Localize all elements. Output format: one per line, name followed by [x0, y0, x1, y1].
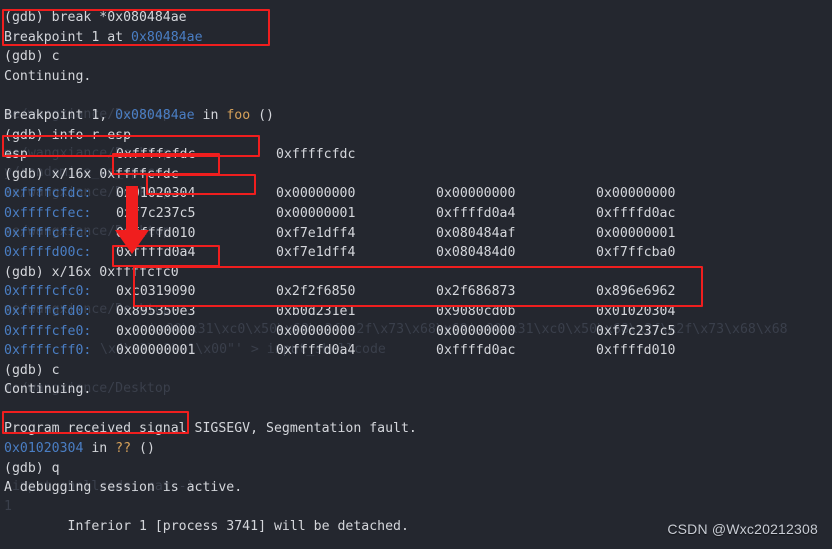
gdb-prompt: (gdb) — [4, 460, 52, 476]
table-row: 0xffffcfdc: 0x01020304 0x00000000 0x0000000… — [4, 184, 832, 204]
hexdump-word: 0x00000000 — [436, 323, 516, 339]
hexdump-word: 0xffffd0ac — [596, 205, 676, 221]
hexdump-word: 0x01020304 — [116, 186, 196, 202]
hexdump-word: 0xf7e1dff4 — [276, 225, 356, 241]
unknown-symbol: ?? — [115, 441, 132, 457]
register-value-dec: 0xffffcfdc — [276, 147, 356, 163]
csdn-watermark: CSDN @Wxc20212308 — [667, 521, 818, 538]
function-name: foo — [226, 107, 251, 123]
hexdump-word: 0xffffd0a4 — [116, 245, 196, 261]
hexdump-word: 0xf7e1dff4 — [276, 245, 356, 261]
line-session-active: A debugging session is active. — [4, 480, 243, 496]
hexdump-address: 0xffffcff0: — [4, 343, 92, 359]
hexdump-word: 0xffffd0a4 — [276, 343, 356, 359]
hexdump-word: 0x00000001 — [596, 225, 676, 241]
hexdump-word: 0xffffd010 — [596, 343, 676, 359]
hexdump-address: 0xffffcfdc: — [4, 186, 92, 202]
hexdump-word: 0x00000000 — [276, 186, 356, 202]
register-value-hex: 0xffffcfdc — [116, 147, 196, 163]
hexdump-address: 0xffffcfec: — [4, 205, 92, 221]
line-continuing-2: Continuing. — [4, 382, 92, 398]
line-break-command: (gdb) break *0x080484ae — [4, 8, 832, 28]
table-row: 0xffffcfc0: 0xc0319090 0x2f2f6850 0x2f68687… — [4, 282, 832, 302]
break-command-text: break *0x080484ae — [51, 10, 187, 25]
examine-command-text-1: x/16x — [51, 166, 100, 182]
hexdump-word: 0x895350e3 — [116, 303, 196, 319]
hexdump-word: 0x9080cd0b — [436, 303, 516, 319]
hexdump-word: 0x00000001 — [116, 343, 196, 359]
function-parens: () — [250, 107, 274, 123]
hexdump-word: 0x2f2f6850 — [276, 284, 356, 300]
examine-command-text-2: x/16x — [51, 264, 100, 280]
hexdump-word: 0x896e6962 — [596, 284, 676, 300]
table-row: 0xffffd00c: 0xffffd0a4 0xf7e1dff4 0x080484d… — [4, 243, 832, 263]
line-continue-command-2: (gdb) c — [4, 361, 832, 381]
hexdump-word: 0xf7c237c5 — [116, 205, 196, 221]
hexdump-word: 0xffffd010 — [116, 225, 196, 241]
gdb-terminal-window: me/wangxiance/Desktop me/wangxiance/Desk… — [0, 0, 832, 549]
hexdump-address: 0xffffcfc0: — [4, 284, 92, 300]
breakpoint-set-text: Breakpoint 1 at — [4, 29, 132, 45]
hexdump-word: 0xffffd0ac — [436, 343, 516, 359]
line-blank-3 — [4, 498, 832, 518]
fault-parens: () — [131, 441, 155, 457]
hexdump-word: 0xb0d231e1 — [276, 303, 356, 319]
breakpoint-hit-text: Breakpoint 1, — [4, 107, 116, 123]
line-fault-address: 0x01020304 in ?? () — [4, 439, 832, 459]
breakpoint-hit-address: 0x080484ae — [115, 107, 195, 123]
hexdump-word: 0xffffd0a4 — [436, 205, 516, 221]
hexdump-address: 0xffffcfe0: — [4, 323, 92, 339]
line-blank-1 — [4, 86, 832, 106]
line-continue-command-1: (gdb) c — [4, 47, 832, 67]
breakpoint-address: 0x80484ae — [131, 29, 203, 45]
hexdump-address: 0xffffd00c: — [4, 245, 92, 261]
terminal-output[interactable]: (gdb) break *0x080484ae Breakpoint 1 at … — [0, 0, 832, 549]
hexdump-word: 0xc0319090 — [116, 284, 196, 300]
fault-in-text: in — [83, 441, 116, 457]
examine-address-1: 0xffffcfdc — [99, 166, 179, 182]
gdb-prompt: (gdb) — [4, 362, 52, 378]
line-breakpoint-hit: Breakpoint 1, 0x080484ae in foo () — [4, 106, 832, 126]
register-name: esp — [4, 147, 28, 163]
table-row: 0xffffcfec: 0xf7c237c5 0x00000001 0xffffd0a… — [4, 204, 832, 224]
fault-address: 0x01020304 — [4, 441, 84, 457]
line-breakpoint-set: Breakpoint 1 at 0x80484ae — [4, 28, 832, 48]
quit-command-text: q — [51, 460, 60, 476]
hexdump-word: 0x00000000 — [116, 323, 196, 339]
continue-command-text: c — [51, 49, 60, 65]
gdb-prompt: (gdb) — [4, 166, 52, 182]
line-quit-command: (gdb) q — [4, 459, 832, 479]
hexdump-word: 0x00000000 — [596, 186, 676, 202]
hexdump-word: 0x00000001 — [276, 205, 356, 221]
table-row: 0xffffcfd0: 0x895350e3 0xb0d231e1 0x9080cd0… — [4, 302, 832, 322]
table-row: 0xffffcff0: 0x00000001 0xffffd0a4 0xffffd0a… — [4, 341, 832, 361]
gdb-prompt: (gdb) — [4, 10, 52, 25]
breakpoint-hit-in: in — [194, 107, 227, 123]
line-continuing-1: Continuing. — [4, 68, 92, 84]
examine-address-2: 0xffffcfc0 — [99, 264, 179, 280]
hexdump-word: 0x00000000 — [276, 323, 356, 339]
hexdump-word: 0xf7c237c5 — [596, 323, 676, 339]
gdb-prompt: (gdb) — [4, 127, 52, 143]
line-examine-command-1: (gdb) x/16x 0xffffcfdc — [4, 165, 832, 185]
line-examine-command-2: (gdb) x/16x 0xffffcfc0 — [4, 263, 832, 283]
hexdump-word: 0xf7ffcba0 — [596, 245, 676, 261]
hexdump-word: 0x080484af — [436, 225, 516, 241]
register-esp-row: esp 0xffffcfdc 0xffffcfdc — [4, 145, 832, 165]
hexdump-word: 0x01020304 — [596, 303, 676, 319]
hexdump-word: 0x00000000 — [436, 186, 516, 202]
continue-command-text-2: c — [51, 362, 60, 378]
line-blank-2 — [4, 400, 832, 420]
hexdump-word: 0x080484d0 — [436, 245, 516, 261]
line-sigsegv-message: Program received signal SIGSEGV, Segment… — [4, 421, 417, 437]
table-row: 0xffffcffc: 0xffffd010 0xf7e1dff4 0x080484a… — [4, 224, 832, 244]
gdb-prompt: (gdb) — [4, 49, 52, 65]
line-info-register-command: (gdb) info r esp — [4, 126, 832, 146]
gdb-prompt: (gdb) — [4, 264, 52, 280]
hexdump-word: 0x2f686873 — [436, 284, 516, 300]
info-register-command-text: info r esp — [51, 127, 132, 143]
table-row: 0xffffcfe0: 0x00000000 0x00000000 0x0000000… — [4, 322, 832, 342]
hexdump-address: 0xffffcffc: — [4, 225, 92, 241]
hexdump-address: 0xffffcfd0: — [4, 303, 92, 319]
